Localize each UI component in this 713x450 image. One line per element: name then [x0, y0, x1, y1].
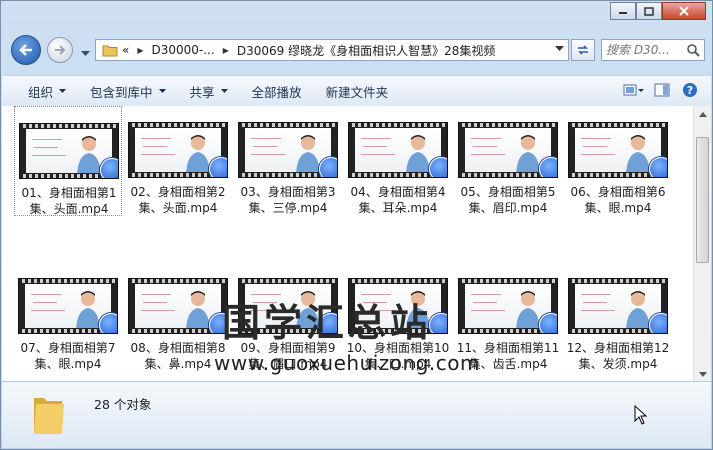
item-count: 28 个对象	[94, 397, 152, 412]
address-bar[interactable]: « ▶ D30000-... ▶ D30069 缪晓龙《身相面相识人智慧》28集…	[95, 39, 569, 61]
video-thumbnail	[458, 122, 558, 178]
file-name: 02、身相面相第2集、头面.mp4	[130, 185, 226, 215]
breadcrumb: « ▶ D30000-... ▶ D30069 缪晓龙《身相面相识人智慧》28集…	[122, 42, 495, 59]
command-bar: 组织 包含到库中 共享 全部播放 新建文件夹 ?	[2, 75, 711, 107]
chevron-down-icon	[158, 89, 166, 93]
organize-menu[interactable]: 组织	[16, 79, 78, 103]
recent-pages-button[interactable]	[81, 46, 90, 60]
help-button[interactable]: ?	[679, 80, 701, 100]
minimize-button[interactable]	[610, 2, 636, 20]
media-player-badge-icon	[99, 313, 117, 333]
back-button[interactable]	[11, 35, 41, 65]
file-item[interactable]: 12、身相面相第12集、发须.mp4	[564, 262, 672, 372]
breadcrumb-item-parent[interactable]: D30000-...	[152, 43, 215, 57]
share-menu[interactable]: 共享	[178, 79, 240, 103]
include-library-label: 包含到库中	[90, 84, 153, 100]
media-player-badge-icon	[100, 158, 118, 178]
media-player-badge-icon	[649, 313, 667, 333]
view-options-icon	[623, 84, 644, 96]
breadcrumb-separator-icon[interactable]: ▶	[223, 46, 229, 55]
explorer-window: « ▶ D30000-... ▶ D30069 缪晓龙《身相面相识人智慧》28集…	[0, 0, 713, 450]
new-folder-button[interactable]: 新建文件夹	[314, 79, 401, 103]
play-all-button[interactable]: 全部播放	[240, 79, 314, 103]
file-name: 07、身相面相第7集、眼.mp4	[20, 341, 116, 371]
play-all-label: 全部播放	[251, 84, 302, 100]
chevron-down-icon	[220, 89, 228, 93]
scroll-up-button[interactable]	[694, 106, 711, 123]
video-thumbnail	[348, 122, 448, 178]
breadcrumb-overflow[interactable]: «	[122, 43, 129, 57]
file-name: 12、身相面相第12集、发须.mp4	[566, 341, 670, 371]
media-player-badge-icon	[539, 313, 557, 333]
preview-pane-icon	[654, 83, 670, 97]
vertical-scrollbar[interactable]	[693, 106, 711, 383]
scroll-up-icon	[698, 112, 707, 117]
navigation-row: « ▶ D30000-... ▶ D30069 缪晓龙《身相面相识人智慧》28集…	[1, 31, 712, 71]
file-name: 03、身相面相第3集、三停.mp4	[240, 185, 336, 215]
caption-buttons	[610, 2, 706, 20]
include-library-menu[interactable]: 包含到库中	[78, 79, 178, 103]
forward-button[interactable]	[47, 37, 73, 63]
details-pane: 28 个对象	[2, 381, 711, 448]
media-player-badge-icon	[539, 157, 557, 177]
svg-text:?: ?	[687, 84, 693, 97]
video-thumbnail	[568, 278, 668, 334]
file-name: 05、身相面相第5集、眉印.mp4	[460, 185, 556, 215]
chevron-down-icon	[59, 89, 67, 93]
search-input[interactable]	[606, 42, 684, 58]
video-thumbnail	[568, 122, 668, 178]
close-button[interactable]	[662, 2, 706, 20]
new-folder-label: 新建文件夹	[325, 84, 389, 100]
change-view-button[interactable]	[623, 80, 645, 100]
file-item[interactable]: 01、身相面相第1集、头面.mp4	[14, 106, 122, 216]
forward-arrow-icon	[55, 45, 66, 55]
file-name: 06、身相面相第6集、眼.mp4	[570, 185, 666, 215]
file-item[interactable]: 05、身相面相第5集、眉印.mp4	[454, 106, 562, 216]
media-player-badge-icon	[209, 157, 227, 177]
scroll-down-icon	[698, 372, 707, 377]
close-icon	[679, 6, 689, 16]
file-item[interactable]: 04、身相面相第4集、耳朵.mp4	[344, 106, 452, 216]
chevron-down-icon	[81, 51, 90, 56]
folder-icon	[102, 45, 118, 56]
file-list-pane[interactable]: 01、身相面相第1集、头面.mp4 02、身相面相第2集、头面.mp4 03、身相面…	[2, 106, 711, 383]
maximize-icon	[644, 6, 654, 16]
help-icon: ?	[683, 83, 697, 97]
media-player-badge-icon	[319, 157, 337, 177]
organize-label: 组织	[28, 84, 54, 100]
file-item[interactable]: 07、身相面相第7集、眼.mp4	[14, 262, 122, 372]
breadcrumb-separator-icon[interactable]: ▶	[137, 46, 143, 55]
media-player-badge-icon	[429, 157, 447, 177]
back-arrow-icon	[19, 44, 32, 56]
file-item[interactable]: 06、身相面相第6集、眼.mp4	[564, 106, 672, 216]
search-box[interactable]	[601, 39, 705, 61]
video-thumbnail	[18, 278, 118, 334]
breadcrumb-item-current[interactable]: D30069 缪晓龙《身相面相识人智慧》28集视频	[237, 42, 496, 59]
watermark-url: www.guoxuehuizong.com	[214, 351, 480, 375]
folder-large-icon	[34, 398, 64, 434]
scrollbar-thumb[interactable]	[696, 137, 709, 263]
video-thumbnail	[238, 122, 338, 178]
file-name: 01、身相面相第1集、头面.mp4	[21, 186, 117, 216]
video-thumbnail	[128, 122, 228, 178]
video-thumbnail	[128, 278, 228, 334]
address-dropdown-icon[interactable]	[555, 46, 564, 52]
file-item[interactable]: 03、身相面相第3集、三停.mp4	[234, 106, 342, 216]
video-thumbnail	[458, 278, 558, 334]
view-controls: ?	[617, 80, 701, 100]
refresh-button[interactable]	[571, 39, 595, 61]
minimize-icon	[619, 12, 627, 14]
video-thumbnail	[19, 123, 119, 179]
share-label: 共享	[189, 84, 215, 100]
maximize-button[interactable]	[636, 2, 662, 20]
refresh-icon	[578, 45, 588, 55]
title-bar	[1, 1, 712, 35]
mouse-cursor-icon	[634, 405, 648, 425]
preview-pane-button[interactable]	[651, 80, 673, 100]
file-name: 04、身相面相第4集、耳朵.mp4	[350, 185, 446, 215]
file-item[interactable]: 02、身相面相第2集、头面.mp4	[124, 106, 232, 216]
media-player-badge-icon	[649, 157, 667, 177]
watermark-chinese: 国学汇总站	[222, 301, 433, 345]
search-icon[interactable]	[686, 43, 700, 57]
